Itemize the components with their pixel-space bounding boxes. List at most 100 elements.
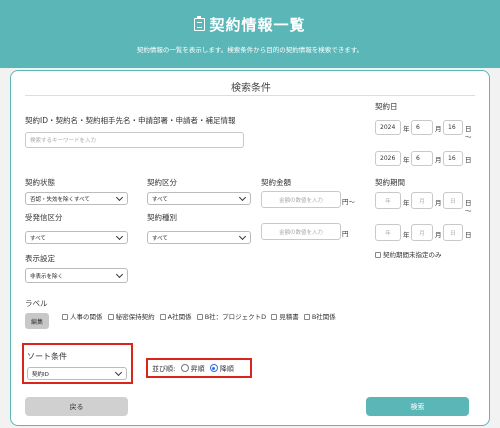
unit-year: 年 (403, 125, 410, 133)
period-unspecified-label: 契約期間未指定のみ (383, 251, 442, 259)
period-unspecified-checkbox[interactable]: 契約期間未指定のみ (375, 249, 442, 259)
chevron-down-icon (238, 193, 247, 201)
tilde: 〜 (465, 207, 472, 215)
amount-unit: 円 (342, 230, 349, 238)
radio-selected-icon[interactable] (209, 364, 218, 372)
label-item[interactable]: B社：プロジェクトD (196, 313, 267, 321)
direction-label: 受発信区分 (25, 213, 63, 222)
search-panel: 検索条件 契約ID・契約名・契約相手先名・申請部署・申請者・補足情報 検索するキ… (10, 70, 490, 426)
label-item-text: A社関係 (167, 313, 192, 321)
period-from-month[interactable]: 月 (411, 192, 433, 209)
back-button[interactable]: 戻る (25, 397, 128, 416)
type-label: 契約種別 (147, 213, 177, 222)
label-item-text: 見積書 (279, 313, 299, 321)
unit-year: 年 (403, 231, 410, 239)
unit-day: 日 (465, 231, 472, 239)
category-value: すべて (152, 196, 168, 203)
display-label: 表示設定 (25, 254, 55, 263)
period-from-day[interactable]: 日 (443, 192, 463, 209)
contract-date-to-year[interactable]: 2026 (375, 151, 401, 166)
amount-label: 契約金額 (261, 178, 291, 187)
label-section-label: ラベル (25, 299, 48, 308)
amount-min-input[interactable]: 金額の数値を入力 (261, 191, 341, 208)
label-list: 人事の関係 秘密保持契約 A社関係 B社：プロジェクトD 見積書 B社関係 (62, 311, 339, 321)
category-label: 契約区分 (147, 178, 177, 187)
label-item-text: B社：プロジェクトD (204, 313, 267, 321)
status-label: 契約状態 (25, 178, 55, 187)
chevron-down-icon (238, 232, 247, 240)
contract-date-to-month[interactable]: 6 (411, 151, 433, 166)
keyword-input[interactable]: 検索するキーワードを入力 (25, 132, 244, 148)
sort-label: ソート条件 (27, 352, 67, 361)
contract-date-from-year[interactable]: 2024 (375, 120, 401, 135)
sort-select[interactable]: 契約ID (27, 367, 127, 380)
page-header: 契約情報一覧 契約情報の一覧を表示します。検索条件から目的の契約情報を検索できま… (0, 0, 500, 68)
order-desc-option[interactable]: 降順 (209, 364, 234, 373)
contract-date-from-month[interactable]: 6 (411, 120, 433, 135)
amount-max-input[interactable]: 金額の数値を入力 (261, 223, 341, 240)
display-value: 非表示を除く (30, 273, 64, 280)
checkbox-icon[interactable] (62, 314, 68, 320)
chevron-down-icon (114, 368, 123, 376)
unit-month: 月 (435, 231, 442, 239)
contract-date-to-day[interactable]: 16 (443, 151, 463, 166)
period-label: 契約期間 (375, 178, 405, 187)
label-item[interactable]: B社関係 (303, 313, 336, 321)
period-to-month[interactable]: 月 (411, 224, 433, 241)
panel-divider (25, 95, 475, 96)
panel-title: 検索条件 (231, 83, 271, 94)
label-item[interactable]: 見積書 (271, 313, 299, 321)
chevron-down-icon (115, 232, 124, 240)
direction-value: すべて (30, 235, 46, 242)
page-title: 契約情報一覧 (0, 14, 500, 35)
label-item-text: 人事の関係 (70, 313, 103, 321)
label-item[interactable]: 人事の関係 (62, 313, 103, 321)
label-item-text: 秘密保持契約 (115, 313, 155, 321)
direction-select[interactable]: すべて (25, 231, 128, 244)
label-edit-button[interactable]: 編集 (25, 313, 49, 329)
checkbox-icon[interactable] (159, 314, 166, 320)
page-title-text: 契約情報一覧 (209, 16, 306, 34)
clipboard-icon (194, 16, 206, 31)
amount-tilde: 〜 (348, 198, 356, 206)
unit-month: 月 (435, 125, 442, 133)
checkbox-icon[interactable] (271, 314, 278, 320)
unit-month: 月 (435, 156, 442, 164)
tilde: 〜 (465, 133, 472, 141)
page-subtitle: 契約情報の一覧を表示します。検索条件から目的の契約情報を検索できます。 (136, 46, 364, 54)
checkbox-icon[interactable] (303, 314, 310, 320)
radio-icon[interactable] (180, 364, 189, 372)
period-to-year[interactable]: 年 (375, 224, 401, 241)
checkbox-icon[interactable] (375, 252, 381, 258)
period-to-day[interactable]: 日 (443, 224, 463, 241)
order-group: 並び順: 昇順 降順 (152, 364, 234, 374)
type-select[interactable]: すべて (147, 231, 251, 244)
chevron-down-icon (115, 270, 124, 278)
unit-year: 年 (403, 156, 410, 164)
status-select[interactable]: 否認・失効を除くすべて (25, 192, 128, 205)
contract-date-from-day[interactable]: 16 (443, 120, 463, 135)
search-button[interactable]: 検索 (366, 397, 469, 416)
period-from-year[interactable]: 年 (375, 192, 401, 209)
checkbox-icon[interactable] (107, 314, 114, 320)
contract-date-label: 契約日 (375, 102, 398, 111)
category-select[interactable]: すべて (147, 192, 251, 205)
checkbox-icon[interactable] (196, 314, 203, 320)
unit-day: 日 (465, 156, 472, 164)
label-item[interactable]: 秘密保持契約 (107, 313, 155, 321)
amount-unit: 円〜 (342, 196, 355, 206)
unit-year: 年 (403, 199, 410, 207)
order-label: 並び順: (152, 365, 176, 373)
label-item-text: B社関係 (311, 313, 336, 321)
chevron-down-icon (115, 193, 124, 201)
order-asc-label: 昇順 (190, 365, 205, 373)
status-value: 否認・失効を除くすべて (30, 196, 90, 203)
unit-month: 月 (435, 199, 442, 207)
keyword-label: 契約ID・契約名・契約相手先名・申請部署・申請者・補足情報 (25, 116, 236, 125)
type-value: すべて (152, 235, 168, 242)
order-asc-option[interactable]: 昇順 (180, 364, 205, 373)
order-desc-label: 降順 (219, 365, 234, 373)
sort-value: 契約ID (32, 371, 49, 378)
display-select[interactable]: 非表示を除く (25, 268, 128, 283)
label-item[interactable]: A社関係 (159, 313, 192, 321)
